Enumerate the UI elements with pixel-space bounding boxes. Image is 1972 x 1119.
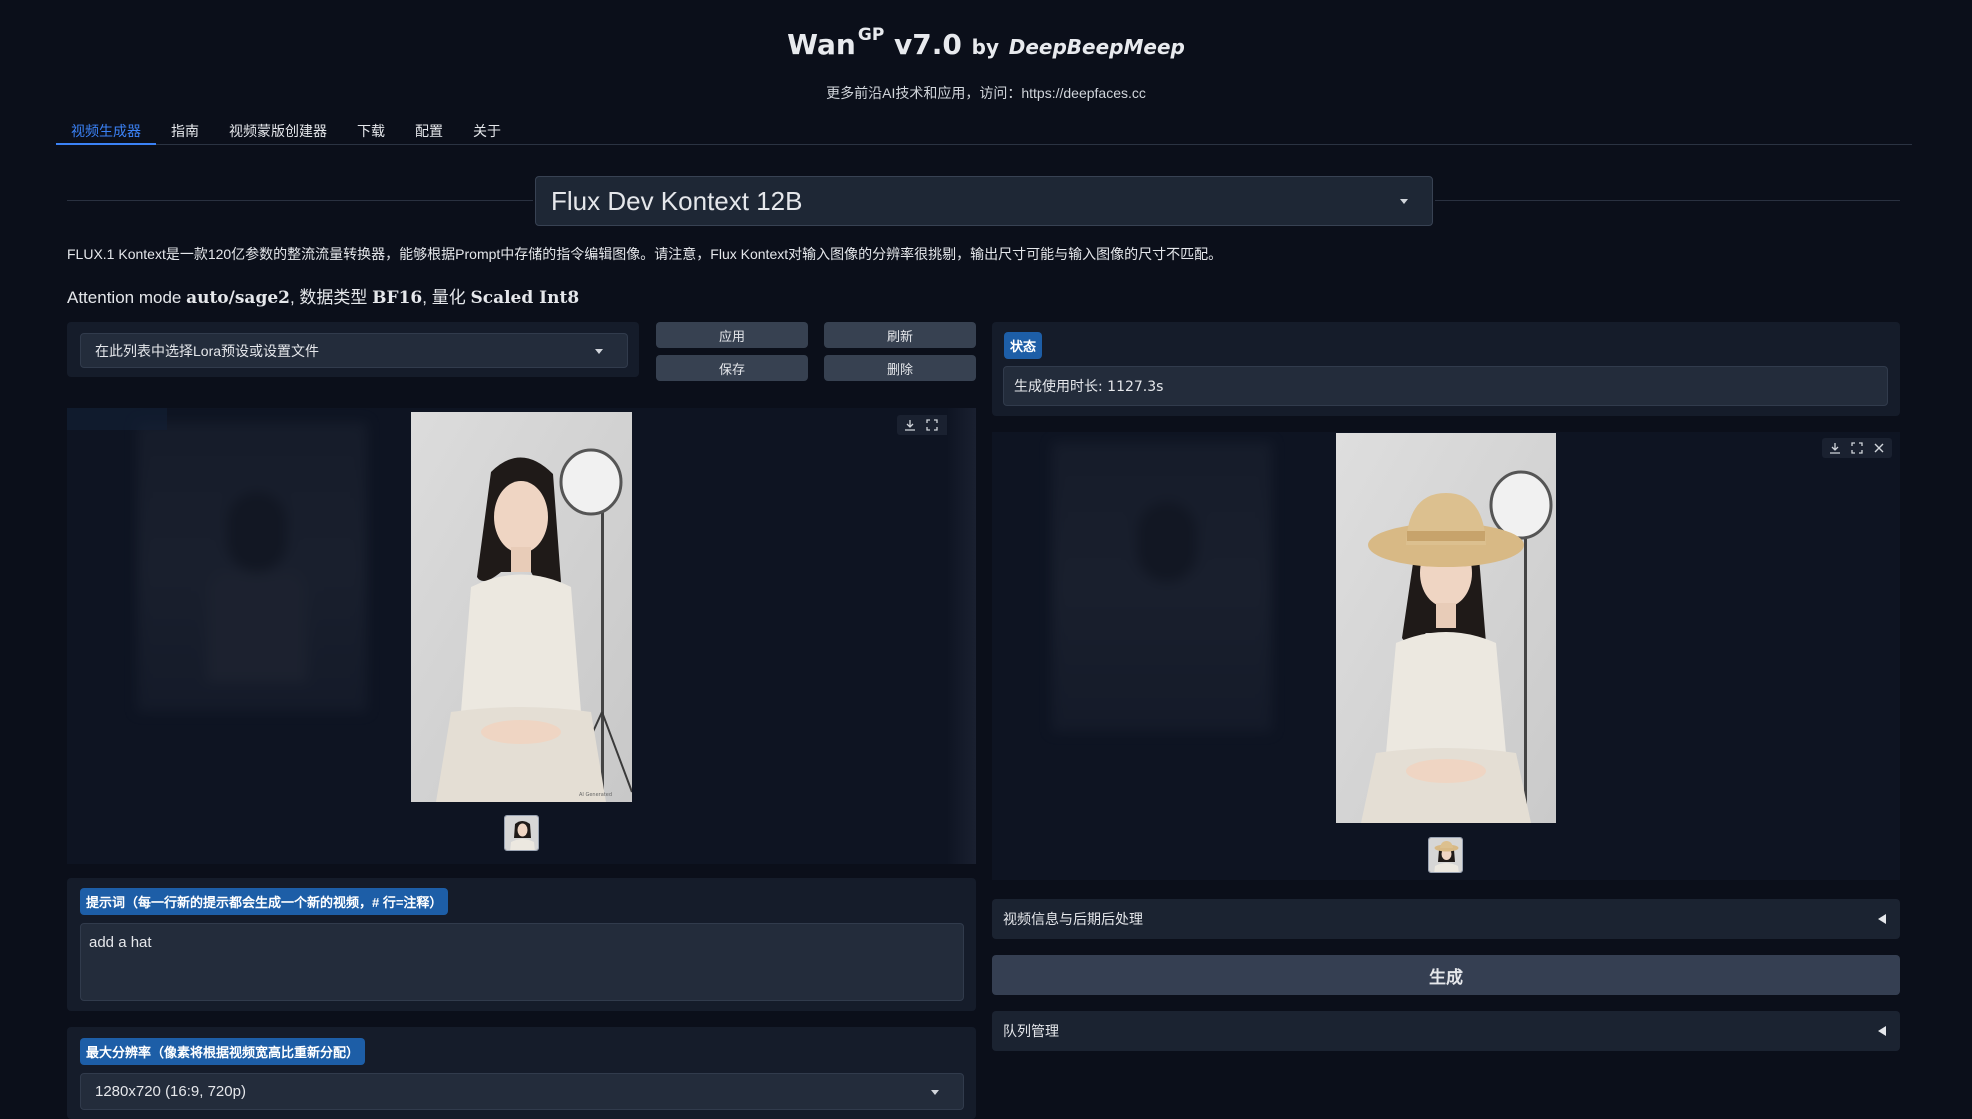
image-label-placeholder [67,408,167,430]
apply-button[interactable]: 应用 [656,322,808,348]
model-dropdown[interactable]: Flux Dev Kontext 12B [535,176,1433,226]
resolution-label: 最大分辨率（像素将根据视频宽高比重新分配） [80,1038,366,1065]
title-by: by [971,35,999,59]
generate-button[interactable]: 生成 [992,955,1900,995]
close-icon[interactable] [1868,438,1890,458]
input-image-panel: AI Generated [67,408,976,864]
tab-downloads[interactable]: 下载 [342,118,400,145]
refresh-button[interactable]: 刷新 [824,322,976,348]
queue-accordion[interactable]: 队列管理 [992,1011,1900,1051]
resolution-value: 1280x720 (16:9, 720p) [95,1083,246,1100]
lora-preset-placeholder: 在此列表中选择Lora预设或设置文件 [95,342,320,359]
queue-label: 队列管理 [1003,1023,1059,1039]
collapse-arrow-icon [1878,914,1886,924]
lora-preset-dropdown[interactable]: 在此列表中选择Lora预设或设置文件 [80,333,628,368]
tab-bar: 视频生成器 指南 视频蒙版创建器 下载 配置 关于 [56,118,1912,145]
output-image-thumbnail[interactable] [1428,837,1463,873]
chevron-down-icon [595,348,603,354]
image-watermark: AI Generated [579,792,612,798]
tab-guide[interactable]: 指南 [156,118,214,145]
blurred-body [207,572,307,682]
resolution-dropdown[interactable]: 1280x720 (16:9, 720p) [80,1073,964,1110]
blurred-figure [1137,502,1197,582]
panel-edge-shadow [947,408,976,864]
fullscreen-icon[interactable] [1846,438,1868,458]
quant-label: , 量化 [422,288,471,307]
prompt-label: 提示词（每一行新的提示都会生成一个新的视频，# 行=注释） [80,888,449,915]
prompt-textarea[interactable]: add a hat [80,923,964,1001]
attention-mode: auto/sage2 [186,288,290,308]
save-button[interactable]: 保存 [656,355,808,381]
tab-mask-creator[interactable]: 视频蒙版创建器 [214,118,342,145]
tab-config[interactable]: 配置 [400,118,458,145]
quant-value: Scaled Int8 [470,288,580,308]
download-icon[interactable] [899,415,921,435]
title-version: v7.0 [894,28,962,61]
divider-right [1435,200,1900,201]
divider-left [67,200,533,201]
dtype-value: BF16 [372,288,423,308]
video-info-accordion[interactable]: 视频信息与后期后处理 [992,899,1900,939]
blurred-background [137,422,367,712]
dtype-label: , 数据类型 [289,288,373,307]
title-main: Wan [787,28,856,61]
fullscreen-icon[interactable] [921,415,943,435]
title-sup: GP [857,24,885,45]
tab-about[interactable]: 关于 [458,118,516,145]
input-image-thumbnail[interactable] [504,815,539,851]
model-description: FLUX.1 Kontext是一款120亿参数的整流流量转换器，能够根据Prom… [67,246,1223,262]
video-info-label: 视频信息与后期后处理 [1003,911,1143,927]
status-label: 状态 [1004,332,1043,359]
attention-prefix: Attention mode [67,288,187,307]
blurred-figure [227,492,287,572]
output-image-panel [992,432,1900,880]
status-output: 生成使用时长: 1127.3s [1003,366,1888,406]
attention-info: Attention mode auto/sage2, 数据类型 BF16, 量化… [67,283,579,308]
output-image-toolbar [1822,438,1892,458]
title-author: DeepBeepMeep [1008,35,1185,59]
download-icon[interactable] [1824,438,1846,458]
subtitle: 更多前沿AI技术和应用，访问：https://deepfaces.cc [826,85,1146,101]
output-image[interactable] [1336,433,1556,823]
app-title: Wan GP v7.0 by DeepBeepMeep [0,24,1972,61]
input-image[interactable]: AI Generated [411,412,632,802]
collapse-arrow-icon [1878,1026,1886,1036]
chevron-down-icon [1400,199,1408,204]
model-dropdown-value: Flux Dev Kontext 12B [551,185,803,216]
tab-video-generator[interactable]: 视频生成器 [56,118,156,145]
delete-button[interactable]: 删除 [824,355,976,381]
chevron-down-icon [931,1089,939,1095]
blurred-background [1052,442,1272,732]
